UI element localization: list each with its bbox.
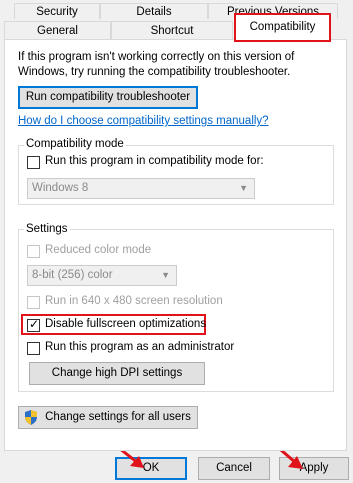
change-dpi-button[interactable]: Change high DPI settings bbox=[29, 362, 205, 385]
uac-shield-icon bbox=[24, 410, 38, 425]
compatibility-mode-checkbox-label[interactable]: Run this program in compatibility mode f… bbox=[45, 155, 264, 167]
color-depth-select-value: 8-bit (256) color bbox=[32, 269, 113, 281]
cancel-button[interactable]: Cancel bbox=[198, 457, 270, 480]
run-as-admin-label[interactable]: Run this program as an administrator bbox=[45, 341, 234, 353]
compatibility-mode-select-value: Windows 8 bbox=[32, 182, 89, 194]
intro-text: If this program isn't working correctly … bbox=[18, 51, 295, 78]
change-all-users-button[interactable]: Change settings for all users bbox=[18, 406, 198, 429]
tab-details[interactable]: Details bbox=[100, 3, 208, 19]
resolution-checkbox[interactable] bbox=[27, 296, 40, 309]
reduced-color-checkbox[interactable] bbox=[27, 245, 40, 258]
tab-general[interactable]: General bbox=[4, 21, 111, 40]
tab-security[interactable]: Security bbox=[14, 3, 100, 19]
chevron-down-icon: ▼ bbox=[239, 183, 248, 193]
compatibility-mode-checkbox[interactable] bbox=[27, 156, 40, 169]
compatibility-mode-select[interactable]: Windows 8 ▼ bbox=[27, 178, 255, 199]
tab-shortcut[interactable]: Shortcut bbox=[111, 21, 233, 40]
compatibility-panel: If this program isn't working correctly … bbox=[4, 39, 347, 451]
chevron-down-icon: ▼ bbox=[161, 270, 170, 280]
disable-fullscreen-label[interactable]: Disable fullscreen optimizations bbox=[45, 318, 206, 330]
run-troubleshooter-button[interactable]: Run compatibility troubleshooter bbox=[18, 86, 198, 109]
run-as-admin-checkbox[interactable] bbox=[27, 342, 40, 355]
checkmark-icon: ✓ bbox=[29, 317, 40, 331]
tab-compatibility[interactable]: Compatibility bbox=[234, 13, 331, 42]
manual-settings-link[interactable]: How do I choose compatibility settings m… bbox=[18, 115, 269, 127]
disable-fullscreen-checkbox[interactable]: ✓ bbox=[27, 317, 40, 332]
compatibility-mode-label: Compatibility mode bbox=[24, 138, 126, 151]
change-all-users-label: Change settings for all users bbox=[45, 411, 191, 423]
settings-group-label: Settings bbox=[24, 223, 70, 236]
color-depth-select[interactable]: 8-bit (256) color ▼ bbox=[27, 265, 177, 286]
reduced-color-label: Reduced color mode bbox=[45, 244, 152, 256]
resolution-label: Run in 640 x 480 screen resolution bbox=[45, 295, 223, 307]
